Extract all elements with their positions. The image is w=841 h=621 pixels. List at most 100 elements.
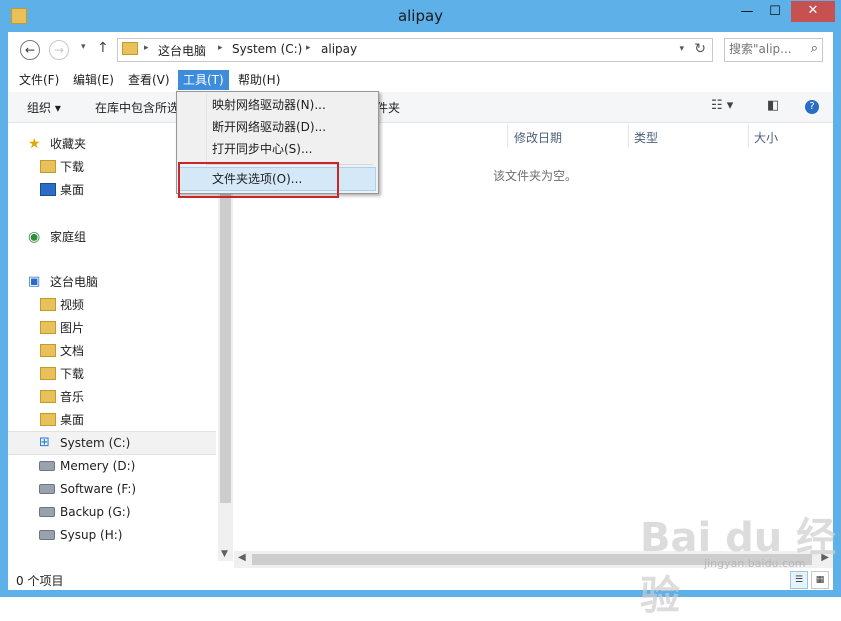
nav-drive-c[interactable]: ⊞ System (C:) — [8, 431, 216, 455]
folder-icon — [122, 42, 138, 55]
nav-label: 下载 — [60, 367, 85, 381]
nav-label: Software (F:) — [60, 482, 137, 496]
nav-label: 桌面 — [60, 413, 85, 427]
nav-label: 下载 — [60, 160, 85, 174]
column-date[interactable]: 修改日期 — [514, 129, 562, 146]
drive-icon — [39, 461, 55, 471]
chevron-down-icon[interactable]: ▼ — [221, 549, 228, 559]
nav-item-downloads-pc[interactable]: 下载 — [8, 363, 216, 385]
menu-item-label: 断开网络驱动器(D)... — [212, 120, 327, 134]
column-type[interactable]: 类型 — [634, 129, 658, 146]
breadcrumb-alipay[interactable]: alipay — [321, 42, 357, 56]
star-icon: ★ — [28, 136, 41, 152]
chevron-right-icon[interactable]: ▸ — [218, 43, 223, 53]
title-bar: alipay — ☐ ✕ — [0, 0, 841, 32]
nav-drive-f[interactable]: Software (F:) — [8, 478, 216, 500]
drive-icon — [39, 484, 55, 494]
menu-item-map-network-drive[interactable]: 映射网络驱动器(N)... — [179, 94, 374, 116]
address-bar[interactable]: ▸ 这台电脑 ▸ System (C:) ▸ alipay ▾ ↻ — [117, 38, 713, 62]
minimize-button[interactable]: — — [735, 2, 759, 22]
preview-pane-icon[interactable]: ◧ — [767, 98, 779, 113]
music-folder-icon — [40, 390, 56, 403]
chevron-right-icon[interactable]: ▸ — [306, 43, 311, 53]
chevron-left-icon[interactable]: ◀ — [238, 552, 246, 563]
nav-label: 图片 — [60, 321, 85, 335]
new-folder-button[interactable]: 件夹 — [376, 99, 400, 116]
computer-icon: ▣ — [28, 274, 41, 289]
search-input[interactable] — [729, 41, 799, 57]
command-bar: 组织 ▾ 在库中包含所选 件夹 ☷ ▾ ◧ ? — [8, 92, 833, 123]
nav-label: 收藏夹 — [50, 137, 87, 151]
video-folder-icon — [40, 298, 56, 311]
breadcrumb-this-pc[interactable]: 这台电脑 — [158, 42, 206, 59]
nav-label: Sysup (H:) — [60, 528, 123, 542]
include-in-library-button[interactable]: 在库中包含所选 — [95, 99, 179, 116]
nav-label: 桌面 — [60, 183, 85, 197]
breadcrumb-system-c[interactable]: System (C:) — [232, 42, 302, 56]
drive-icon — [39, 530, 55, 540]
nav-drive-d[interactable]: Memery (D:) — [8, 455, 216, 477]
download-folder-icon — [40, 367, 56, 380]
maximize-button[interactable]: ☐ — [763, 2, 787, 22]
nav-label: 视频 — [60, 298, 85, 312]
search-icon[interactable]: ⌕ — [811, 41, 818, 56]
column-divider — [628, 125, 629, 147]
nav-label: 家庭组 — [50, 230, 87, 244]
window-title: alipay — [397, 7, 444, 25]
column-size[interactable]: 大小 — [754, 129, 778, 146]
highlight-annotation-box — [178, 162, 339, 198]
nav-label: System (C:) — [60, 436, 131, 450]
desktop-icon — [40, 183, 56, 196]
documents-folder-icon — [40, 344, 56, 357]
change-view-icon[interactable]: ☷ ▾ — [711, 98, 733, 113]
nav-label: 这台电脑 — [50, 275, 99, 289]
menu-view[interactable]: 查看(V) — [123, 70, 175, 90]
close-button[interactable]: ✕ — [791, 1, 835, 22]
up-icon[interactable]: ↑ — [97, 40, 109, 56]
baidu-watermark-url: jingyan.baidu.com — [704, 557, 806, 570]
forward-button[interactable]: → — [49, 40, 69, 60]
menu-item-label: 打开同步中心(S)... — [212, 142, 313, 156]
organize-button[interactable]: 组织 ▾ — [27, 99, 61, 116]
nav-label: Backup (G:) — [60, 505, 131, 519]
back-button[interactable]: ← — [20, 40, 40, 60]
nav-item-videos[interactable]: 视频 — [8, 294, 216, 316]
nav-drive-g[interactable]: Backup (G:) — [8, 501, 216, 523]
menu-item-open-sync-center[interactable]: 打开同步中心(S)... — [179, 138, 374, 160]
menu-edit[interactable]: 编辑(E) — [68, 70, 119, 90]
nav-label: 音乐 — [60, 390, 85, 404]
menu-item-label: 映射网络驱动器(N)... — [212, 98, 326, 112]
drive-icon — [39, 507, 55, 517]
help-icon[interactable]: ? — [805, 100, 819, 114]
nav-drive-h[interactable]: Sysup (H:) — [8, 524, 216, 546]
search-box[interactable]: ⌕ — [724, 38, 823, 62]
item-count: 0 个项目 — [16, 574, 64, 588]
nav-item-desktop-pc[interactable]: 桌面 — [8, 409, 216, 431]
recent-locations-icon[interactable]: ▾ — [81, 42, 86, 52]
pictures-folder-icon — [40, 321, 56, 334]
nav-this-pc[interactable]: ▣ 这台电脑 — [8, 271, 216, 293]
chevron-right-icon[interactable]: ▸ — [144, 43, 149, 53]
explorer-window: alipay — ☐ ✕ ← → ▾ ↑ ▸ 这台电脑 ▸ System (C:… — [0, 0, 841, 619]
nav-item-music[interactable]: 音乐 — [8, 386, 216, 408]
desktop-folder-icon — [40, 413, 56, 426]
menu-file[interactable]: 文件(F) — [14, 70, 64, 90]
empty-folder-message: 该文件夹为空。 — [493, 169, 578, 183]
column-divider — [507, 125, 508, 147]
address-row: ← → ▾ ↑ ▸ 这台电脑 ▸ System (C:) ▸ alipay ▾ … — [8, 32, 833, 68]
nav-item-pictures[interactable]: 图片 — [8, 317, 216, 339]
menu-tools[interactable]: 工具(T) — [178, 70, 229, 90]
refresh-icon[interactable]: ↻ — [694, 41, 706, 57]
menu-help[interactable]: 帮助(H) — [233, 70, 285, 90]
menu-item-disconnect-network-drive[interactable]: 断开网络驱动器(D)... — [179, 116, 374, 138]
windows-drive-icon: ⊞ — [39, 435, 50, 450]
homegroup-icon: ◉ — [28, 229, 41, 245]
menu-bar: 文件(F) 编辑(E) 查看(V) 工具(T) 帮助(H) — [8, 68, 833, 92]
nav-item-documents[interactable]: 文档 — [8, 340, 216, 362]
nav-label: Memery (D:) — [60, 459, 136, 473]
nav-homegroup[interactable]: ◉ 家庭组 — [8, 226, 216, 248]
nav-label: 文档 — [60, 344, 85, 358]
column-divider — [748, 125, 749, 147]
download-folder-icon — [40, 160, 56, 173]
chevron-down-icon[interactable]: ▾ — [679, 44, 684, 54]
